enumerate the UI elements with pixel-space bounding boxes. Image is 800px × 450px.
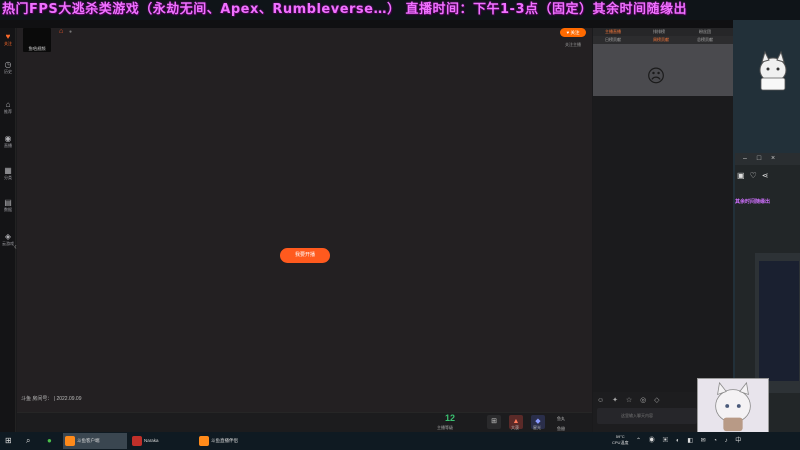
taskbar-app-douyu[interactable]: 斗鱼客户端 (63, 433, 127, 449)
stream-banner: 热门FPS大逃杀类游戏（永劫无间、Apex、Rumbleverse…） 直播时间… (0, 0, 800, 20)
maximize-icon[interactable]: □ (757, 155, 761, 162)
title-strip (0, 20, 733, 28)
taskbar-app-label: 斗鱼直播伴侣 (211, 438, 238, 443)
home-icon: ⌂ (5, 100, 11, 109)
chat-messages (593, 96, 733, 392)
sidebar-item-data[interactable]: ▤ 数据 (0, 198, 16, 213)
tab-weekly-rank[interactable]: 周榜贡献 (653, 36, 669, 44)
close-icon[interactable]: × (771, 155, 775, 162)
sidebar-item-category[interactable]: ▦ 分类 (0, 166, 16, 181)
douyu-icon (65, 436, 75, 446)
gift-label: 星光 (533, 425, 541, 430)
sidebar-item-recommend[interactable]: ⌂ 推荐 (0, 100, 16, 115)
sidebar-item-live[interactable]: ◉ 直播 (0, 134, 16, 149)
tab-ranking[interactable]: 排排榜 (653, 28, 665, 36)
right-chat-panel: 主播直播 排排榜 粉丝团 日榜贡献 周榜贡献 总榜贡献 ☹ 暂无人上榜 ☺ ✦ … (593, 28, 733, 432)
left-sidebar: ♥ 关注 ◷ 历史 ⌂ 推荐 ◉ 直播 ▦ 分类 ▤ 数据 ◈ 云游戏 (0, 28, 16, 432)
desktop-background: – □ × ▣♡⋖ 其余时间随缘出 (733, 20, 800, 435)
mini-window-text: 其余时间随缘出 (735, 199, 771, 205)
gift-icon[interactable]: ⊞ (487, 415, 501, 429)
mini-window-tools: ▣♡⋖ (737, 171, 773, 180)
window-icon[interactable]: ▣ (737, 171, 750, 180)
follow-count: 关注主播 (565, 42, 581, 47)
tab-total-rank[interactable]: 总榜贡献 (697, 36, 713, 44)
follow-label: 关注 (570, 30, 580, 35)
app-icon[interactable]: ● (47, 435, 52, 447)
settings-icon[interactable]: ● (69, 29, 72, 35)
sidebar-item-label: 历史 (4, 69, 12, 74)
mini-preview-inner (759, 261, 799, 381)
empty-rank-illustration: ☹ (646, 66, 666, 86)
mini-window-titlebar: – □ × (735, 153, 800, 165)
room-info: 斗鱼 房间号： | 2022.09.09 (21, 396, 82, 402)
taskbar-app-douyu-companion[interactable]: 斗鱼直播伴侣 (197, 433, 261, 449)
cat-sticker (753, 50, 793, 105)
taskbar-app-label: Naraka (144, 438, 159, 443)
heart-icon: ♥ (5, 32, 11, 41)
sidebar-item-history[interactable]: ◷ 历史 (0, 60, 16, 75)
tab-anchor-live[interactable]: 主播直播 (605, 28, 621, 36)
system-tray[interactable]: ⌃ ◉ ▣ ◐ ◧ ✉ ◔ ♪ 中 (636, 435, 744, 444)
anchor-level-label: 主播等级 (437, 425, 453, 430)
sidebar-item-follow[interactable]: ♥ 关注 (0, 32, 16, 47)
heart-icon: ♥ (566, 30, 570, 35)
sidebar-item-label: 关注 (4, 41, 12, 46)
live-icon: ◉ (4, 134, 12, 143)
panel-tabs: 主播直播 排排榜 粉丝团 (593, 28, 733, 36)
share-icon[interactable]: ⋖ (762, 171, 774, 180)
windows-start-icon[interactable]: ⊞ (5, 435, 12, 447)
sidebar-item-label: 直播 (4, 143, 12, 148)
video-tab-label[interactable]: 鱼吧|视频 (23, 46, 51, 52)
taskbar-app-naraka[interactable]: Naraka (130, 433, 194, 449)
chart-icon: ▤ (4, 198, 12, 207)
chat-tools[interactable]: ☺ ✦ ☆ ◎ ◇ (597, 396, 663, 404)
heart-icon[interactable]: ♡ (750, 171, 762, 180)
windows-taskbar: ⊞ ⌕ ● 斗鱼客户端 Naraka 斗鱼直播伴侣 59°C CPU温度 ⌃ ◉… (0, 432, 800, 450)
player-area: 鱼吧|视频 ⌂ ● ♥ 关注 关注主播 我要开播 斗鱼 房间号： | 2022.… (17, 28, 592, 412)
open-live-button[interactable]: 我要开播 (280, 248, 330, 263)
anchor-level: 12 (445, 413, 456, 423)
player-bottom-bar: 12 主播等级 ⊞ ▲ 大菠 ◆ 星光 鱼丸 鱼翅 (17, 412, 592, 432)
minimize-icon[interactable]: – (743, 155, 747, 162)
rank-area: ☹ 暂无人上榜 (593, 44, 733, 107)
search-icon[interactable]: ⌕ (26, 435, 30, 447)
sidebar-item-label: 分类 (4, 175, 12, 180)
rank-subtabs: 日榜贡献 周榜贡献 总榜贡献 (593, 36, 733, 44)
chat-input[interactable]: 这里输入聊天内容 (597, 408, 697, 424)
follow-button[interactable]: ♥ 关注 (560, 28, 586, 37)
streamer-avatar (697, 378, 769, 434)
gift-label: 大菠 (511, 425, 519, 430)
sidebar-item-label: 数据 (4, 207, 12, 212)
fishball-balance: 鱼丸 (557, 416, 565, 421)
sidebar-item-label: 推荐 (4, 109, 12, 114)
douyu-icon (199, 436, 209, 446)
clock-icon: ◷ (4, 60, 12, 69)
sidebar-item-label: 云游戏 (2, 241, 14, 246)
taskbar-app-label: 斗鱼客户端 (77, 438, 100, 443)
cpu-temperature: 59°C CPU温度 (612, 434, 628, 446)
gamepad-icon: ◈ (4, 232, 12, 241)
tab-fans[interactable]: 粉丝团 (699, 28, 711, 36)
tab-daily-rank[interactable]: 日榜贡献 (605, 36, 621, 44)
douyu-client-window: ♥ 关注 ◷ 历史 ⌂ 推荐 ◉ 直播 ▦ 分类 ▤ 数据 ◈ 云游戏 ‹ 鱼吧… (0, 20, 733, 432)
home-icon[interactable]: ⌂ (59, 28, 63, 35)
naraka-icon (132, 436, 142, 446)
grid-icon: ▦ (4, 166, 12, 175)
cpu-temp-label: CPU温度 (612, 440, 629, 445)
